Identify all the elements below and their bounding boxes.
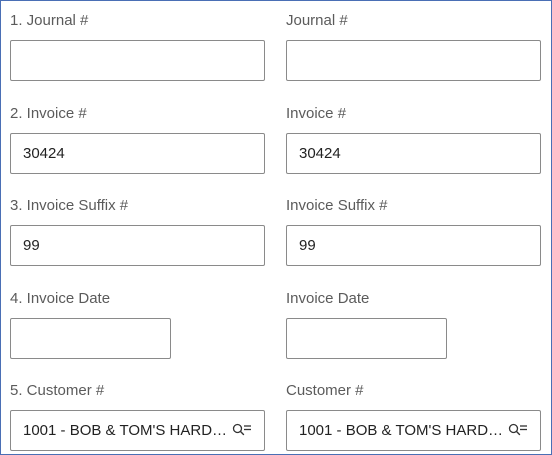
- invoice-date-label: 4. Invoice Date: [10, 290, 111, 307]
- invoice-suffix-input[interactable]: 99: [10, 225, 265, 266]
- lookup-icon[interactable]: [508, 423, 528, 437]
- invoice-label: 2. Invoice #: [10, 105, 87, 122]
- invoice-input[interactable]: 30424: [10, 133, 265, 174]
- invoice-value: 30424: [299, 145, 341, 162]
- invoice-suffix-label: 3. Invoice Suffix #: [10, 197, 129, 214]
- invoice-date-input[interactable]: [286, 318, 447, 359]
- invoice-form-panel: 1. Journal # 2. Invoice # 30424 3. Invoi…: [0, 0, 552, 455]
- invoice-input[interactable]: 30424: [286, 133, 541, 174]
- customer-input[interactable]: 1001 - BOB & TOM'S HARDWARE: [10, 410, 265, 451]
- customer-value: 1001 - BOB & TOM'S HARDWARE: [299, 422, 504, 439]
- invoice-suffix-label: Invoice Suffix #: [286, 197, 388, 214]
- customer-label: Customer #: [286, 382, 364, 399]
- lookup-icon[interactable]: [232, 423, 252, 437]
- invoice-suffix-input[interactable]: 99: [286, 225, 541, 266]
- customer-input[interactable]: 1001 - BOB & TOM'S HARDWARE: [286, 410, 541, 451]
- invoice-suffix-value: 99: [23, 237, 40, 254]
- invoice-date-label: Invoice Date: [286, 290, 370, 307]
- journal-label: Journal #: [286, 12, 348, 29]
- invoice-value: 30424: [23, 145, 65, 162]
- journal-label: 1. Journal #: [10, 12, 89, 29]
- journal-input[interactable]: [286, 40, 541, 81]
- invoice-label: Invoice #: [286, 105, 347, 122]
- invoice-date-input[interactable]: [10, 318, 171, 359]
- journal-input[interactable]: [10, 40, 265, 81]
- customer-label: 5. Customer #: [10, 382, 105, 399]
- invoice-suffix-value: 99: [299, 237, 316, 254]
- customer-value: 1001 - BOB & TOM'S HARDWARE: [23, 422, 228, 439]
